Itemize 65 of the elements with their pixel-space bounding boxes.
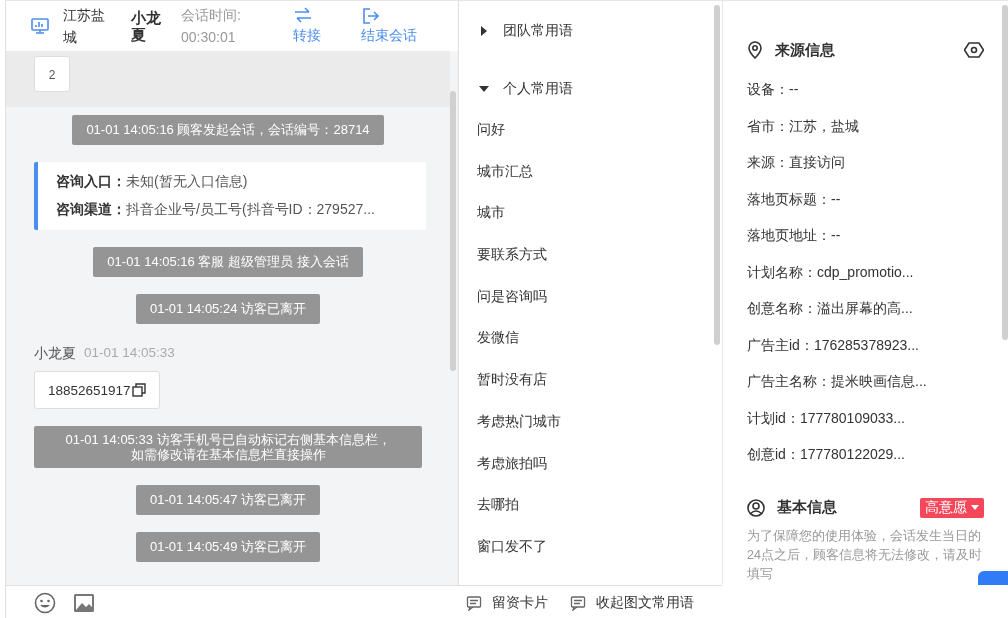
info-value: 抖音企业号/员工号(抖音号ID：279527... xyxy=(126,201,375,217)
timer-value: 00:30:01 xyxy=(181,28,237,47)
monitor-icon xyxy=(30,16,50,36)
section-title: 来源信息 xyxy=(775,40,836,60)
info-field: 设备：-- xyxy=(747,71,984,108)
intent-dropdown[interactable]: 高意愿 xyxy=(920,497,984,518)
phrase-item[interactable]: 要联系方式 xyxy=(477,234,704,276)
info-label: 咨询入口： xyxy=(56,173,126,189)
info-field: 计划名称：cdp_promotio... xyxy=(747,253,984,290)
message-icon xyxy=(570,594,586,611)
location-pin-icon xyxy=(747,41,763,59)
system-message: 01-01 14:05:49 访客已离开 xyxy=(135,532,321,562)
info-field: 创意名称：溢出屏幕的高... xyxy=(747,290,984,327)
notice-text: 为了保障您的使用体验，会话发生当日的24点之后，顾客信息将无法修改，请及时填写 xyxy=(747,527,983,583)
info-field: 计划id：177780109033... xyxy=(747,399,984,436)
copy-icon[interactable] xyxy=(131,383,146,397)
phrase-item[interactable]: 城市汇总 xyxy=(477,150,704,193)
phrase-item[interactable]: 去哪拍 xyxy=(477,484,704,526)
caret-down-icon xyxy=(479,84,489,94)
timer-label: 会话时间: xyxy=(181,6,242,25)
system-message: 01-01 14:05:16 客服 超级管理员 接入会话 xyxy=(93,247,363,277)
phrase-item[interactable]: 暂时没有店 xyxy=(477,359,704,401)
system-message: 01-01 14:05:47 访客已离开 xyxy=(135,485,321,515)
info-field: 省市：江苏，盐城 xyxy=(747,107,984,144)
phrase-item[interactable]: 发微信 xyxy=(477,317,704,360)
image-icon[interactable] xyxy=(73,591,95,614)
text-button[interactable]: 收起图文常用语 xyxy=(570,593,694,612)
phrase-item[interactable]: 城市 xyxy=(477,192,704,235)
info-field: 来源：直接访问 xyxy=(747,144,984,181)
message-text: 18852651917 xyxy=(48,382,131,398)
scrollbar-thumb[interactable] xyxy=(1002,5,1008,340)
info-field: 落地页地址：-- xyxy=(747,217,984,254)
phrase-item[interactable]: 问好 xyxy=(477,109,704,151)
info-field: 广告主名称：提米映画信息... xyxy=(747,363,984,400)
user-icon xyxy=(747,498,765,517)
caret-right-icon xyxy=(479,26,489,36)
location-text: 江苏盐城 xyxy=(63,6,106,47)
sender-name: 小龙夏 xyxy=(34,345,76,363)
system-message: 01-01 14:05:16 顾客发起会话，会话编号：28714 xyxy=(72,115,384,145)
info-field: 广告主id：176285378923... xyxy=(747,326,984,363)
visitor-name: 小龙夏 xyxy=(131,9,162,43)
phrase-item[interactable]: 窗口发不了 xyxy=(477,525,704,568)
phrase-item[interactable]: 考虑热门城市 xyxy=(477,400,704,443)
system-message: 01-01 14:05:24 访客已离开 xyxy=(135,294,321,324)
group-toggle[interactable]: 团队常用语 xyxy=(479,11,704,51)
scrollbar-thumb[interactable] xyxy=(714,5,720,345)
scrollbar-thumb[interactable] xyxy=(450,91,456,371)
caret-down-icon xyxy=(971,504,979,511)
info-field: 创意id：177780122029... xyxy=(747,436,984,473)
section-title: 基本信息 xyxy=(777,498,838,517)
group-toggle[interactable]: 个人常用语 xyxy=(479,69,704,109)
emoji-icon[interactable] xyxy=(34,591,56,614)
info-field: 落地页标题：-- xyxy=(747,180,984,217)
message-time: 01-01 14:05:33 xyxy=(84,345,175,362)
text-button[interactable]: 留资卡片 xyxy=(466,593,548,612)
message-icon xyxy=(466,594,482,611)
transfer-icon xyxy=(293,6,313,24)
system-message: 01-01 14:05:33 访客手机号已自动标记右侧基本信息栏，如需修改请在基本信息栏直接操作 xyxy=(34,426,422,468)
phrase-item[interactable]: 问是咨询吗 xyxy=(477,275,704,318)
phrase-item[interactable]: 考虑旅拍吗 xyxy=(477,442,704,485)
info-label: 咨询渠道： xyxy=(56,201,126,217)
settings-icon[interactable] xyxy=(964,41,984,59)
exit-icon xyxy=(361,6,381,24)
message-bubble: 2 xyxy=(34,56,70,92)
info-value: 未知(暂无入口信息) xyxy=(126,173,248,189)
